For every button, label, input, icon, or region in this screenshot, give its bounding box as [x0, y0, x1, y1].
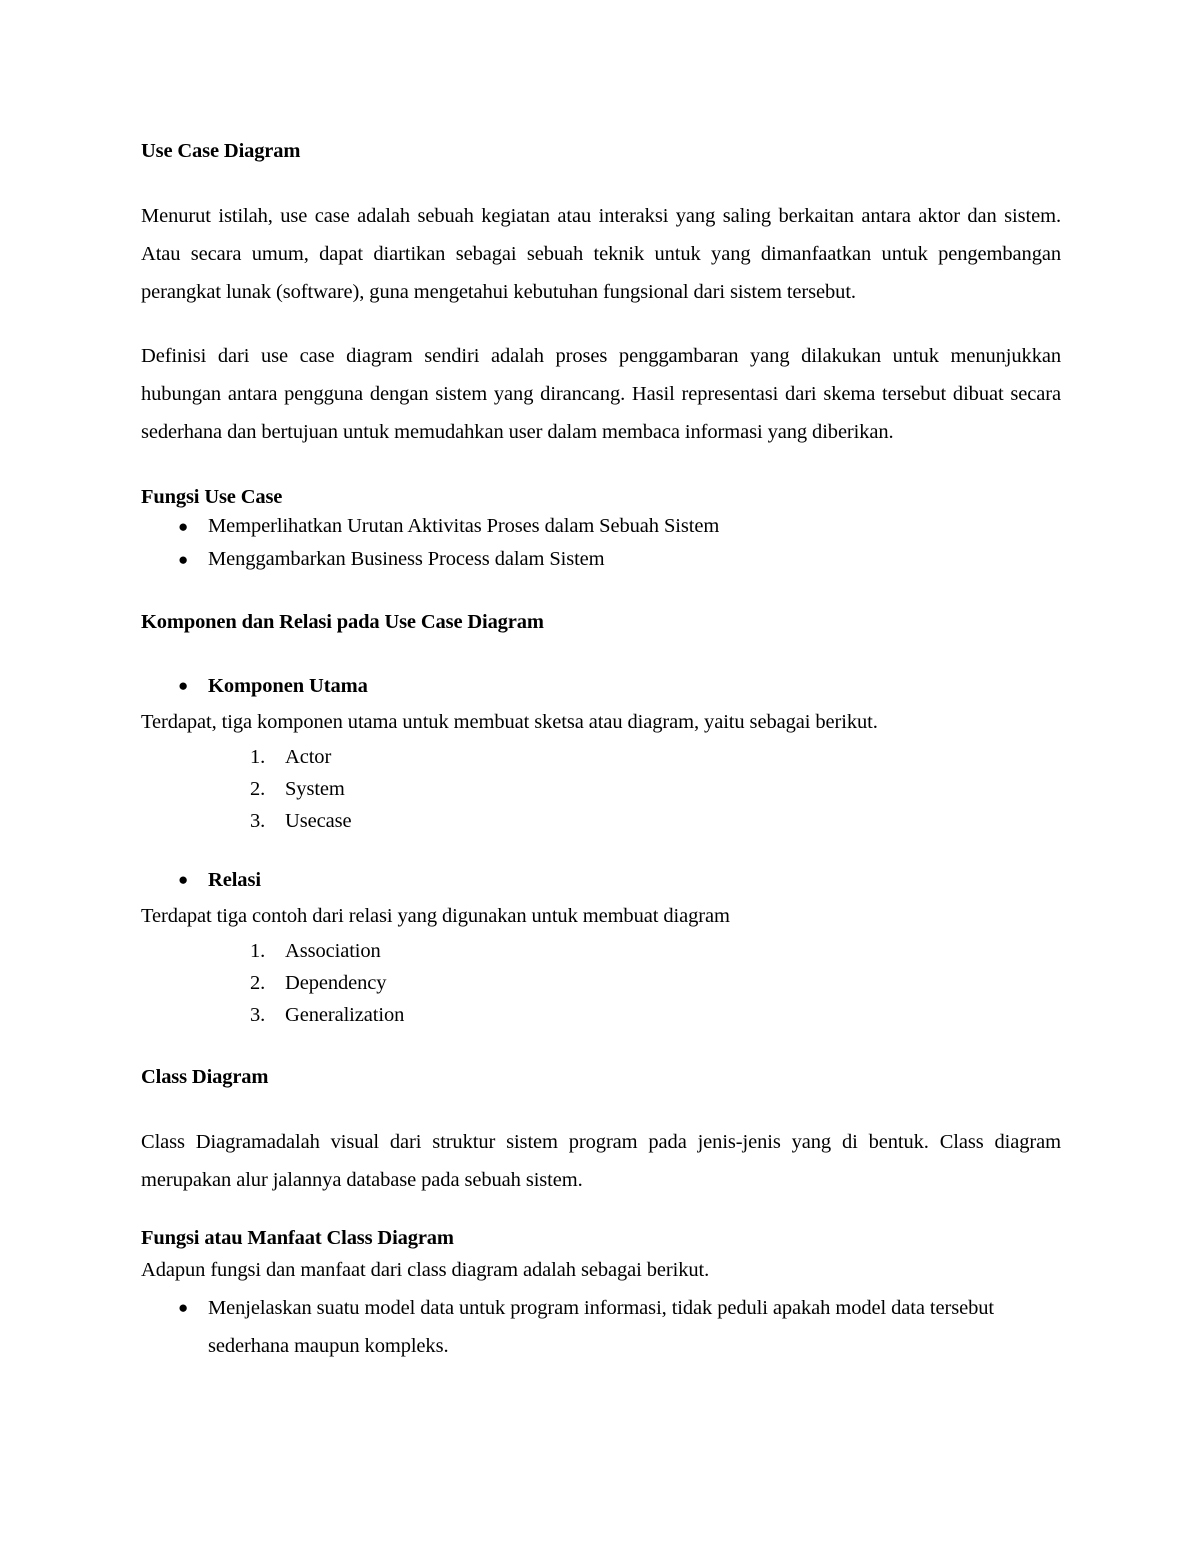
list-number: 1.	[250, 939, 266, 962]
bullet-icon: ●	[178, 1298, 189, 1318]
bullet-icon: ●	[178, 550, 189, 570]
list-item: ● Menggambarkan Business Process dalam S…	[141, 543, 1061, 576]
list-item-label: Menjelaskan suatu model data untuk progr…	[208, 1297, 994, 1358]
document-page: Use Case Diagram Menurut istilah, use ca…	[0, 0, 1200, 1553]
list-number: 1.	[250, 745, 266, 768]
list-number: 3.	[250, 809, 266, 832]
list-fungsi-class-diagram: ● Menjelaskan suatu model data untuk pro…	[141, 1289, 1061, 1365]
bullet-icon: ●	[178, 517, 189, 537]
list-item: 2. System	[141, 773, 1061, 805]
bullet-icon: ●	[178, 869, 189, 889]
paragraph-use-case-definition-2: Definisi dari use case diagram sendiri a…	[141, 345, 1061, 444]
list-relasi-items: 1. Association 2. Dependency 3. Generali…	[141, 935, 1061, 1031]
list-item-label: Actor	[285, 745, 332, 768]
list-komponen-utama-header: ● Komponen Utama	[141, 669, 1061, 703]
list-item: ● Komponen Utama	[141, 669, 1061, 703]
list-komponen-utama-items: 1. Actor 2. System 3. Usecase	[141, 741, 1061, 837]
list-item: 3. Usecase	[141, 805, 1061, 837]
list-item-label: Menggambarkan Business Process dalam Sis…	[208, 548, 605, 571]
list-item-label: Association	[285, 939, 381, 962]
list-item-label: Komponen Utama	[208, 674, 368, 697]
paragraph-komponen-utama-intro: Terdapat, tiga komponen utama untuk memb…	[141, 710, 878, 733]
list-item-label: Memperlihatkan Urutan Aktivitas Proses d…	[208, 515, 720, 538]
list-number: 2.	[250, 971, 266, 994]
list-item-label: Usecase	[285, 809, 352, 832]
list-item: ● Relasi	[141, 863, 1061, 897]
document-content: Use Case Diagram Menurut istilah, use ca…	[141, 138, 1061, 1365]
paragraph-use-case-definition-1: Menurut istilah, use case adalah sebuah …	[141, 205, 1061, 304]
list-item-label: Dependency	[285, 971, 387, 994]
list-item: 3. Generalization	[141, 999, 1061, 1031]
paragraph-fungsi-class-diagram-intro: Adapun fungsi dan manfaat dari class dia…	[141, 1259, 710, 1282]
list-item: 2. Dependency	[141, 967, 1061, 999]
list-item-label: Relasi	[208, 868, 261, 891]
heading-fungsi-use-case: Fungsi Use Case	[141, 486, 283, 509]
list-item: ● Memperlihatkan Urutan Aktivitas Proses…	[141, 510, 1061, 543]
heading-use-case-diagram: Use Case Diagram	[141, 140, 301, 162]
list-number: 3.	[250, 1003, 266, 1026]
list-item: 1. Actor	[141, 741, 1061, 773]
bullet-icon: ●	[178, 675, 189, 695]
list-relasi-header: ● Relasi	[141, 863, 1061, 897]
list-item: 1. Association	[141, 935, 1061, 967]
paragraph-class-diagram-definition: Class Diagramadalah visual dari struktur…	[141, 1130, 1061, 1191]
list-number: 2.	[250, 777, 266, 800]
paragraph-relasi-intro: Terdapat tiga contoh dari relasi yang di…	[141, 904, 730, 927]
heading-komponen-dan-relasi: Komponen dan Relasi pada Use Case Diagra…	[141, 611, 544, 634]
list-item: ● Menjelaskan suatu model data untuk pro…	[141, 1289, 1061, 1365]
heading-fungsi-manfaat-class-diagram: Fungsi atau Manfaat Class Diagram	[141, 1226, 454, 1249]
heading-class-diagram: Class Diagram	[141, 1065, 269, 1088]
list-item-label: Generalization	[285, 1003, 405, 1026]
list-item-label: System	[285, 777, 345, 800]
list-fungsi-use-case: ● Memperlihatkan Urutan Aktivitas Proses…	[141, 510, 1061, 576]
